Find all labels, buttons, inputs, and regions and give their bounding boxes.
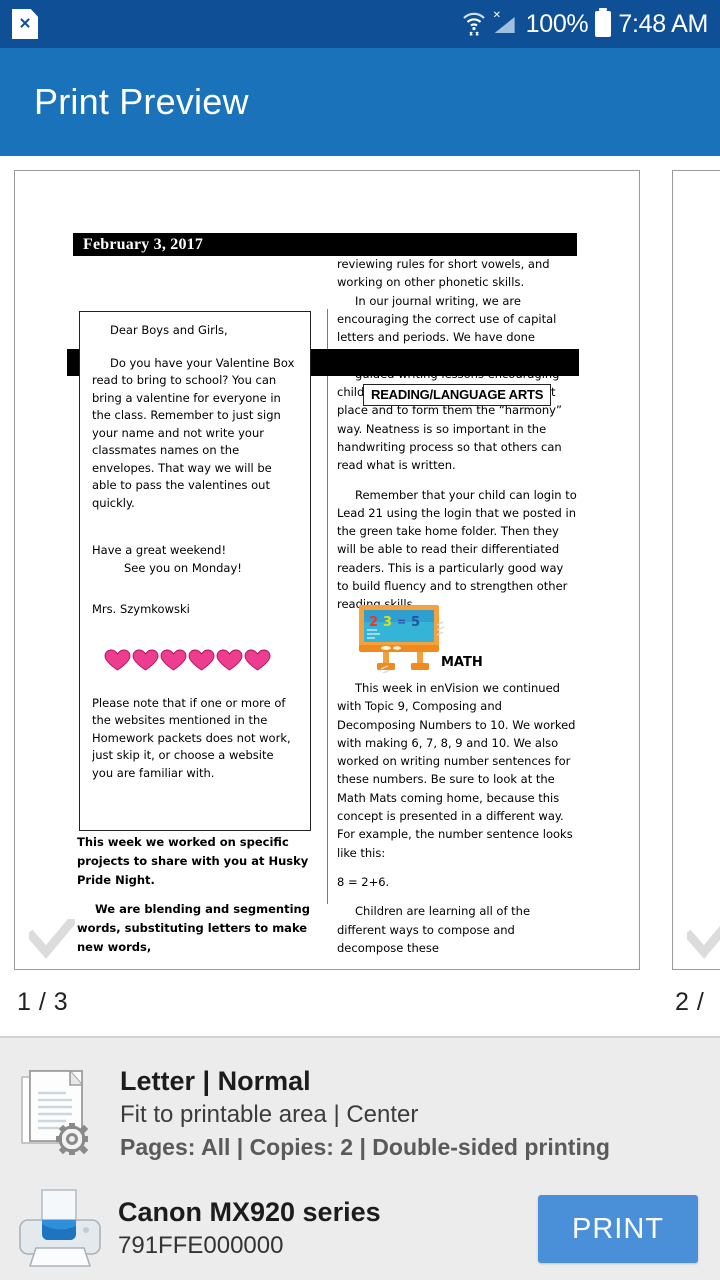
column-divider <box>327 309 328 904</box>
right-column: reviewing rules for short vowels, and wo… <box>337 255 577 614</box>
math-paragraph-1: This week in enVision we continued with … <box>337 681 576 860</box>
math-heading-row: 2 3 = 5 MATH <box>337 599 579 679</box>
right-paragraph-1: reviewing rules for short vowels, and wo… <box>337 257 550 290</box>
print-preview-screen: ✕ ✕ 100% 7:48 AM Print Preview February … <box>0 0 720 1280</box>
checkmark-icon[interactable] <box>687 919 720 959</box>
math-section: 2 3 = 5 MATH This week in enVision we co <box>337 599 579 957</box>
pages-copies-duplex-label: Pages: All | Copies: 2 | Double-sided pr… <box>120 1133 610 1160</box>
status-bar-left: ✕ <box>12 9 38 39</box>
left-lower-column: This week we worked on specific projects… <box>77 833 317 957</box>
letter-body-1: Do you have your Valentine Box read to b… <box>92 355 295 510</box>
wifi-icon <box>462 11 486 37</box>
preview-area[interactable]: February 3, 2017 reviewing rules for sho… <box>0 156 720 1036</box>
print-settings-panel: Letter | Normal Fit to printable area | … <box>0 1036 720 1280</box>
clock-label: 7:48 AM <box>618 9 708 38</box>
svg-text:=: = <box>397 615 406 628</box>
date-banner: February 3, 2017 <box>73 233 577 256</box>
left-paragraph-2: We are blending and segmenting words, su… <box>77 902 310 954</box>
math-heading-label: MATH <box>441 655 483 670</box>
heart-icon <box>188 649 215 671</box>
left-paragraph-1: This week we worked on specific projects… <box>77 835 309 887</box>
printer-row[interactable]: Canon MX920 series 791FFE000000 PRINT <box>0 1178 720 1278</box>
preview-page-2[interactable] <box>672 170 720 970</box>
cellular-signal-off-icon: ✕ <box>492 10 519 36</box>
battery-full-icon <box>595 8 612 37</box>
status-bar-right: ✕ 100% 7:48 AM <box>462 8 708 39</box>
svg-text:2: 2 <box>369 615 378 630</box>
letter-closing-1: Have a great weekend! <box>92 543 227 557</box>
math-equation: 8 = 2+6. <box>337 874 390 889</box>
svg-text:3: 3 <box>383 615 392 630</box>
printer-name-label: Canon MX920 series <box>118 1197 381 1227</box>
printer-icon <box>18 1186 102 1270</box>
svg-text:5: 5 <box>411 615 420 630</box>
battery-percent-label: 100% <box>525 9 589 38</box>
section-chip-reading-language-arts: READING/LANGUAGE ARTS <box>363 384 552 406</box>
page-indicator-1: 1 / 3 <box>17 988 69 1016</box>
page-indicator-2: 2 / <box>675 988 705 1016</box>
app-bar: Print Preview <box>0 48 720 156</box>
close-x-glyph: ✕ <box>18 15 32 33</box>
preview-page-1[interactable]: February 3, 2017 reviewing rules for sho… <box>14 170 640 970</box>
heart-icon <box>216 649 243 671</box>
document-settings-icon <box>14 1065 106 1161</box>
checkmark-icon[interactable] <box>29 919 75 959</box>
letter-note: Please note that if one or more of the w… <box>92 695 291 780</box>
letter-greeting: Dear Boys and Girls, <box>110 323 228 337</box>
printer-text: Canon MX920 series 791FFE000000 <box>118 1194 381 1262</box>
heart-icon <box>160 649 187 671</box>
status-bar: ✕ ✕ 100% 7:48 AM <box>0 0 720 48</box>
right-paragraph-5: Remember that your child can login to Le… <box>337 487 577 612</box>
heart-icon <box>244 649 271 671</box>
heart-icon <box>132 649 159 671</box>
right-paragraph-4: place and to form them the “harmony” way… <box>337 403 562 473</box>
scaling-alignment-label: Fit to printable area | Center <box>120 1100 419 1128</box>
heart-icon <box>104 649 131 671</box>
date-banner-label: February 3, 2017 <box>83 236 204 253</box>
print-options-text: Letter | Normal Fit to printable area | … <box>120 1064 610 1163</box>
signal-x-glyph: ✕ <box>492 10 502 21</box>
printer-id-label: 791FFE000000 <box>118 1232 284 1259</box>
hearts-row-icon <box>104 649 298 671</box>
print-button[interactable]: PRINT <box>538 1195 698 1263</box>
letter-signature: Mrs. Szymkowski <box>92 602 190 616</box>
easel-chalkboard-icon: 2 3 = 5 <box>353 599 445 674</box>
document-close-icon[interactable]: ✕ <box>12 9 38 39</box>
letter-box: Dear Boys and Girls, Do you have your Va… <box>79 311 311 831</box>
print-options-row[interactable]: Letter | Normal Fit to printable area | … <box>0 1050 720 1176</box>
letter-closing-2: See you on Monday! <box>124 560 242 575</box>
paper-size-quality-label: Letter | Normal <box>120 1065 311 1096</box>
math-paragraph-2: Children are learning all of the differe… <box>337 904 531 955</box>
document-content: February 3, 2017 reviewing rules for sho… <box>15 171 639 969</box>
page-title: Print Preview <box>34 81 249 122</box>
